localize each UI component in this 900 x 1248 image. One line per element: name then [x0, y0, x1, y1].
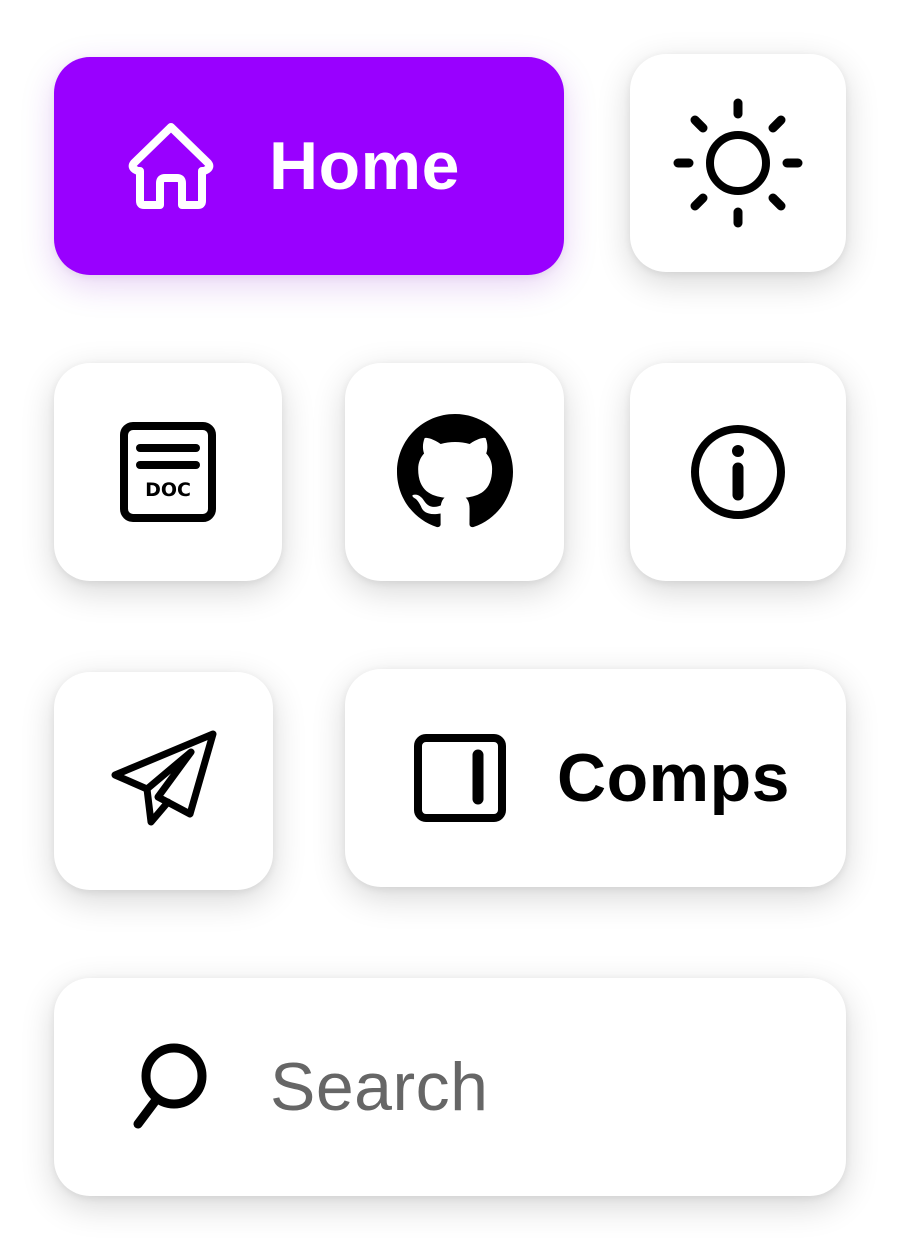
home-icon — [126, 121, 216, 211]
contact-button[interactable] — [54, 672, 273, 890]
info-button[interactable] — [630, 363, 846, 581]
sidebar-panel-icon — [413, 733, 507, 823]
components-button[interactable]: Comps — [345, 669, 846, 887]
theme-toggle-button[interactable] — [630, 54, 846, 272]
info-icon — [688, 422, 788, 522]
doc-icon-text: DOC — [145, 479, 191, 501]
sun-icon — [673, 98, 803, 228]
home-button[interactable]: Home — [54, 57, 564, 275]
search-placeholder: Search — [270, 1049, 489, 1125]
components-label: Comps — [557, 740, 790, 816]
search-field[interactable]: Search — [54, 978, 846, 1196]
search-icon — [132, 1042, 212, 1132]
home-label: Home — [269, 128, 460, 204]
github-button[interactable] — [345, 363, 564, 581]
doc-icon: DOC — [118, 422, 218, 522]
github-icon — [396, 414, 513, 530]
docs-button[interactable]: DOC — [54, 363, 282, 581]
paper-plane-icon — [109, 726, 219, 836]
